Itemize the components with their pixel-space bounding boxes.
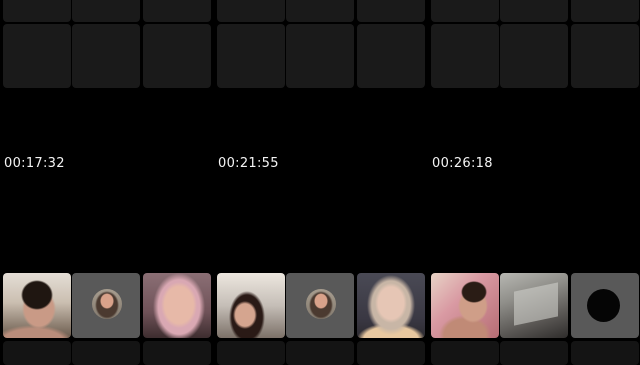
empty-tile xyxy=(72,341,140,365)
participant-video-tile[interactable] xyxy=(217,273,285,338)
empty-tile xyxy=(357,0,425,22)
empty-tile xyxy=(72,24,140,88)
empty-tile xyxy=(217,24,285,88)
empty-tile xyxy=(217,0,285,22)
call-panel-3: 00:26:18 xyxy=(428,0,639,365)
empty-tile xyxy=(500,24,568,88)
call-panel-1: 00:17:32 xyxy=(0,0,211,365)
empty-tile xyxy=(3,24,71,88)
participant-avatar-tile[interactable] xyxy=(571,273,639,338)
participant-video-tile[interactable] xyxy=(3,273,71,338)
avatar xyxy=(306,289,336,319)
empty-tile xyxy=(431,24,499,88)
empty-tile xyxy=(72,0,140,22)
empty-tile xyxy=(143,24,211,88)
empty-tile xyxy=(357,341,425,365)
empty-tile xyxy=(357,24,425,88)
avatar xyxy=(587,289,620,322)
participant-avatar-tile[interactable] xyxy=(72,273,140,338)
avatar xyxy=(92,289,122,319)
participant-avatar-tile[interactable] xyxy=(286,273,354,338)
call-timestamp: 00:21:55 xyxy=(218,156,279,171)
call-panel-2: 00:21:55 xyxy=(214,0,425,365)
empty-tile xyxy=(217,341,285,365)
empty-tile xyxy=(143,341,211,365)
participant-video-tile[interactable] xyxy=(500,273,568,338)
empty-tile xyxy=(3,0,71,22)
participant-video-tile[interactable] xyxy=(357,273,425,338)
empty-tile xyxy=(431,341,499,365)
empty-tile xyxy=(286,341,354,365)
participant-video-tile[interactable] xyxy=(143,273,211,338)
call-timestamp: 00:26:18 xyxy=(432,156,493,171)
empty-tile xyxy=(500,0,568,22)
call-timestamp: 00:17:32 xyxy=(4,156,65,171)
empty-tile xyxy=(286,24,354,88)
empty-tile xyxy=(571,24,639,88)
empty-tile xyxy=(571,0,639,22)
empty-tile xyxy=(500,341,568,365)
empty-tile xyxy=(3,341,71,365)
empty-tile xyxy=(286,0,354,22)
empty-tile xyxy=(143,0,211,22)
empty-tile xyxy=(431,0,499,22)
participant-video-tile[interactable] xyxy=(431,273,499,338)
empty-tile xyxy=(571,341,639,365)
